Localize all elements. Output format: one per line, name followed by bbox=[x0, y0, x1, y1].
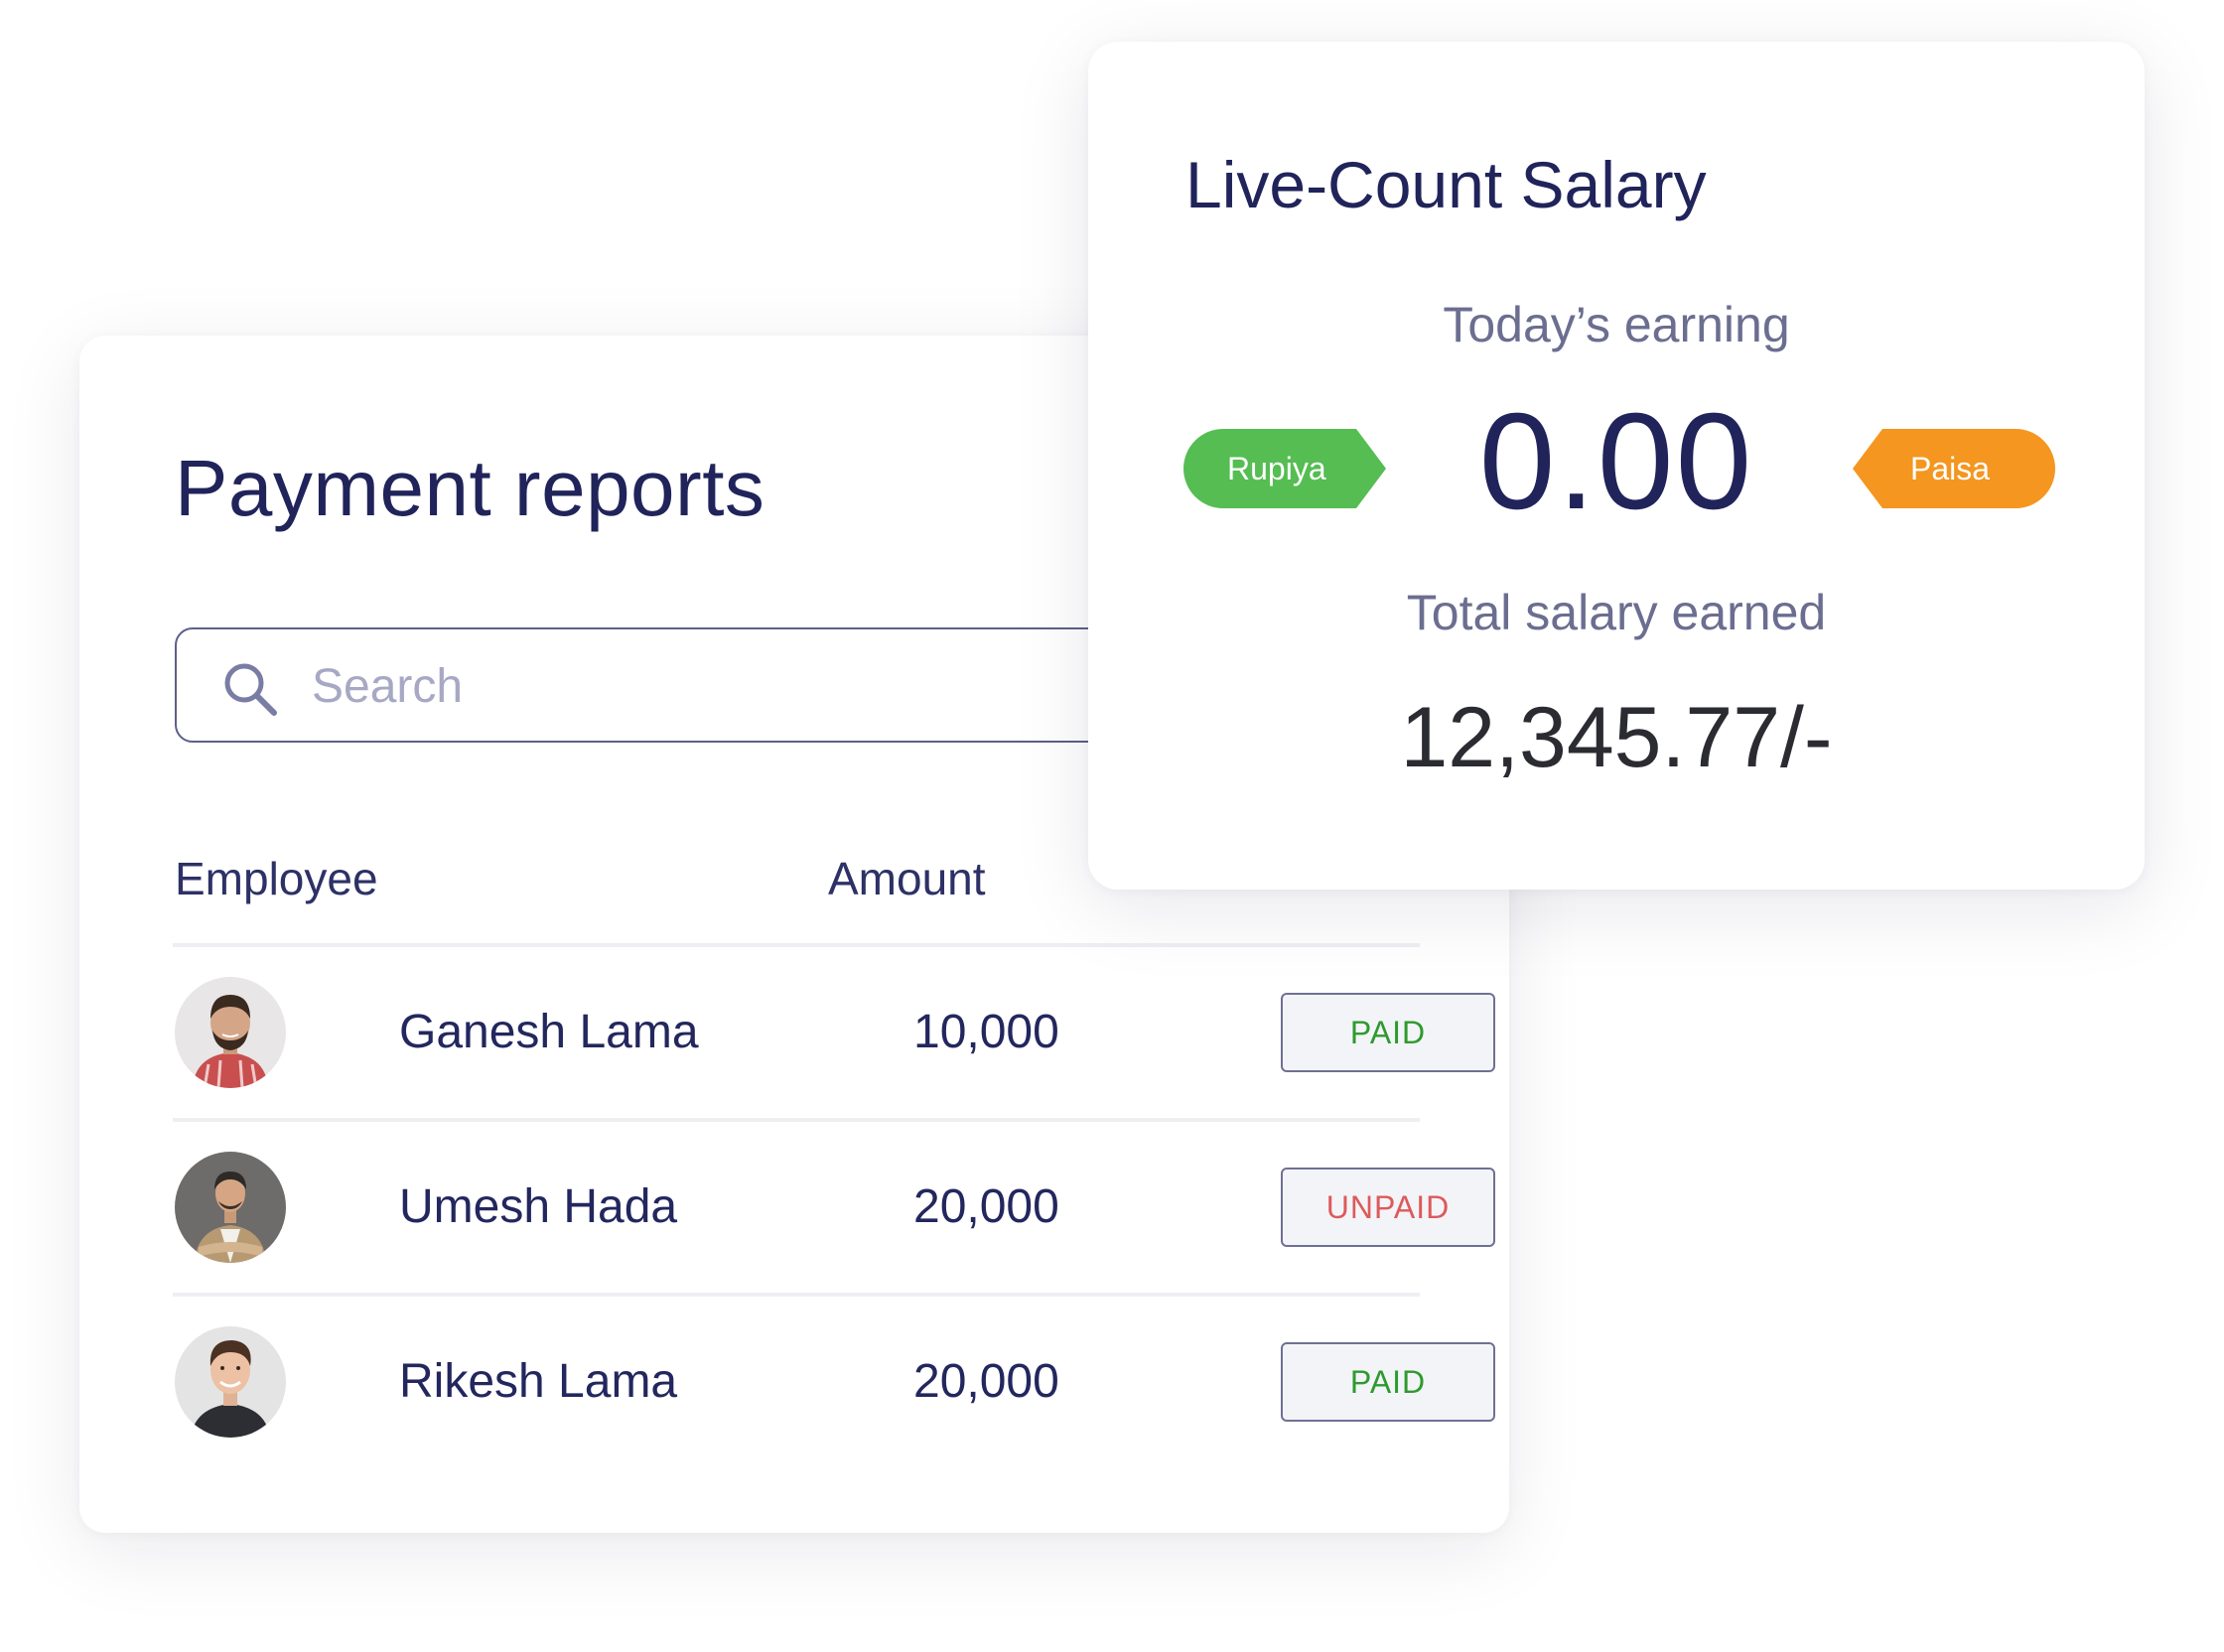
employee-name: Rikesh Lama bbox=[399, 1355, 678, 1408]
avatar bbox=[175, 1152, 286, 1263]
search-icon bbox=[224, 663, 277, 716]
status-badge[interactable]: PAID bbox=[1281, 993, 1495, 1072]
live-count-title: Live-Count Salary bbox=[1185, 148, 1707, 221]
paisa-tag-label: Paisa bbox=[1910, 451, 1991, 486]
employee-name: Umesh Hada bbox=[399, 1180, 678, 1233]
total-salary-label: Total salary earned bbox=[1406, 585, 1827, 640]
column-header-employee: Employee bbox=[175, 853, 378, 904]
search-placeholder: Search bbox=[312, 660, 464, 713]
paisa-tag: Paisa bbox=[1853, 429, 2055, 508]
status-badge[interactable]: UNPAID bbox=[1281, 1168, 1495, 1247]
todays-earning-label: Today’s earning bbox=[1443, 297, 1790, 352]
total-salary-value: 12,345.77/- bbox=[1400, 690, 1833, 785]
amount-value: 20,000 bbox=[913, 1355, 1059, 1408]
column-header-amount: Amount bbox=[828, 853, 986, 904]
payment-table: Ganesh Lama 10,000 PAID Umesh Hada 20,00 bbox=[173, 943, 1495, 1467]
avatar bbox=[175, 1326, 286, 1438]
amount-value: 10,000 bbox=[913, 1006, 1059, 1058]
employee-name: Ganesh Lama bbox=[399, 1006, 699, 1058]
table-row[interactable]: Ganesh Lama 10,000 PAID bbox=[173, 943, 1495, 1118]
page-title: Payment reports bbox=[175, 444, 765, 532]
avatar bbox=[175, 977, 286, 1088]
status-badge[interactable]: PAID bbox=[1281, 1342, 1495, 1422]
live-count-salary-card: Live-Count Salary Today’s earning Rupiya… bbox=[1088, 42, 2145, 890]
amount-value: 20,000 bbox=[913, 1180, 1059, 1233]
table-row[interactable]: Rikesh Lama 20,000 PAID bbox=[173, 1293, 1495, 1467]
table-row[interactable]: Umesh Hada 20,000 UNPAID bbox=[173, 1118, 1495, 1293]
